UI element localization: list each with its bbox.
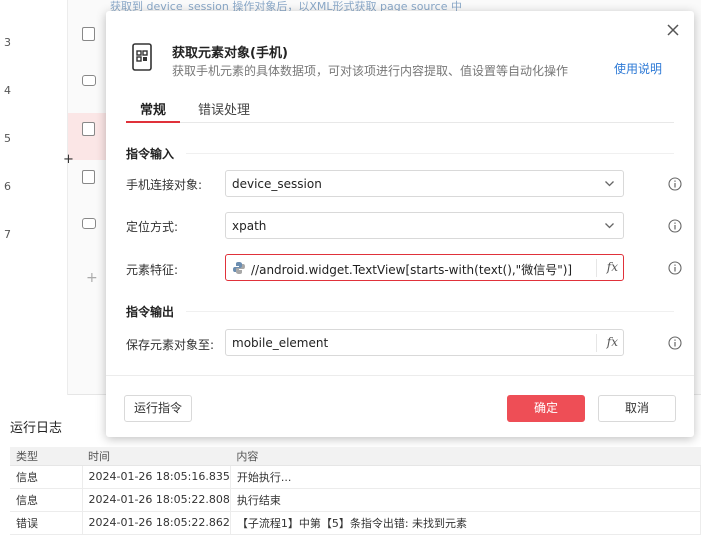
fx-icon[interactable]: fx [607,335,618,349]
locate-select[interactable]: xpath [225,212,624,239]
log-table: 类型 时间 内容 信息 2024-01-26 18:05:16.835 开始执行… [10,447,701,535]
line-number: 7 [4,228,11,241]
dialog-subtitle: 获取手机元素的具体数据项，可对该项进行内容提取、值设置等自动化操作 [172,64,569,78]
mobile-element-icon [132,43,152,71]
table-row[interactable]: 信息 2024-01-26 18:05:22.808 执行结束 [10,488,701,512]
line-number: 4 [4,84,11,97]
log-header-row: 类型 时间 内容 [10,447,701,466]
log-time: 2024-01-26 18:05:22.862 [82,511,231,535]
feature-input[interactable]: //android.widget.TextView[starts-with(te… [225,254,624,281]
dialog-title: 获取元素对象(手机) [172,46,288,61]
column-header-content[interactable]: 内容 [230,447,701,466]
tab-bar: 常规 错误处理 [126,97,674,123]
fx-divider [596,334,597,352]
chevron-down-icon [605,181,614,187]
log-type: 信息 [10,465,83,489]
table-row[interactable]: 信息 2024-01-26 18:05:16.835 开始执行... [10,465,701,489]
line-number: 3 [4,36,11,49]
error-row-highlight [68,113,108,160]
footer-divider [106,375,694,376]
cancel-button[interactable]: 取消 [598,395,676,422]
element-icon[interactable] [82,122,95,136]
tab-general[interactable]: 常规 [126,99,180,118]
element-icon[interactable] [82,170,95,184]
section-divider [186,153,674,154]
info-icon[interactable] [668,261,682,275]
feature-value: //android.widget.TextView[starts-with(te… [251,263,573,277]
locate-value: xpath [232,219,267,233]
document-icon[interactable] [82,27,95,41]
close-icon [667,24,679,36]
log-content: 开始执行... [230,465,701,489]
save-value: mobile_element [232,336,329,350]
device-value: device_session [232,177,322,191]
chevron-down-icon [605,223,614,229]
log-type: 信息 [10,488,83,512]
fx-divider [596,259,597,277]
log-time: 2024-01-26 18:05:22.808 [82,488,231,512]
fx-icon[interactable]: fx [607,260,618,274]
help-link[interactable]: 使用说明 [614,60,662,77]
output-section-title: 指令输出 [126,305,175,319]
add-step-icon[interactable]: + [86,270,98,286]
printer-icon[interactable] [82,218,96,229]
line-number: 5 [4,132,11,145]
input-section-title: 指令输入 [126,147,175,161]
save-input[interactable]: mobile_element fx [225,329,624,356]
log-content: 执行结束 [230,488,701,512]
device-label: 手机连接对象: [126,178,203,192]
line-number: 6 [4,180,11,193]
log-time: 2024-01-26 18:05:16.835 [82,465,231,489]
column-header-time[interactable]: 时间 [82,447,231,466]
insert-step-icon[interactable]: + [63,152,74,167]
info-icon[interactable] [668,177,682,191]
log-type: 错误 [10,511,83,535]
section-divider [186,311,674,312]
table-row[interactable]: 错误 2024-01-26 18:05:22.862 【子流程1】中第【5】条指… [10,511,701,535]
column-header-type[interactable]: 类型 [10,447,82,466]
locate-label: 定位方式: [126,220,179,234]
log-content: 【子流程1】中第【5】条指令出错: 未找到元素 [230,511,701,535]
device-select[interactable]: device_session [225,170,624,197]
save-label: 保存元素对象至: [126,338,215,352]
feature-label: 元素特征: [126,263,179,277]
python-icon [233,262,245,274]
active-tab-indicator [126,121,180,123]
get-element-dialog: 获取元素对象(手机) 获取手机元素的具体数据项，可对该项进行内容提取、值设置等自… [106,11,694,437]
info-icon[interactable] [668,336,682,350]
log-panel-title: 运行日志 [10,421,63,436]
info-icon[interactable] [668,219,682,233]
close-button[interactable] [664,21,682,39]
line-gutter: 3 4 5 6 7 [0,0,68,395]
run-command-button[interactable]: 运行指令 [124,395,192,422]
tab-error-handling[interactable]: 错误处理 [198,99,250,118]
printer-icon[interactable] [82,75,96,86]
confirm-button[interactable]: 确定 [507,395,585,422]
